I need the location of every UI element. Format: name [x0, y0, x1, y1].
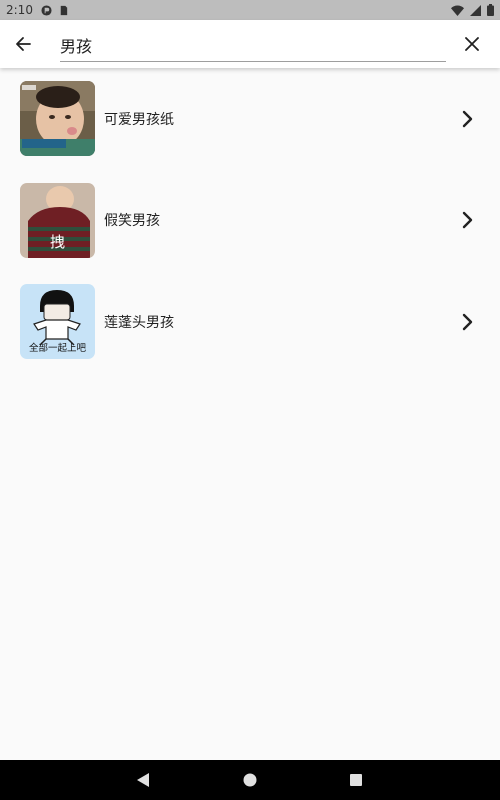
list-item[interactable]: 拽 假笑男孩: [0, 170, 500, 272]
results-list: 可爱男孩纸 拽 假笑男孩 全部一起上吧 莲蓬头男孩: [0, 68, 500, 373]
thumbnail-image: [20, 81, 95, 157]
thumbnail-caption: 拽: [50, 233, 65, 251]
navigation-bar: [0, 760, 500, 800]
item-label: 可爱男孩纸: [104, 111, 174, 128]
status-time: 2:10: [6, 3, 33, 17]
thumbnail-caption: 全部一起上吧: [29, 342, 87, 354]
back-button[interactable]: [0, 20, 46, 68]
chevron-right-icon: [462, 313, 473, 330]
close-icon: [465, 37, 479, 51]
chevron-right-icon: [462, 212, 473, 229]
list-item[interactable]: 可爱男孩纸: [0, 68, 500, 170]
arrow-back-icon: [16, 37, 31, 51]
status-bar: 2:10: [0, 0, 500, 20]
search-toolbar: [0, 20, 500, 68]
signal-icon: [470, 4, 481, 16]
thumbnail-image: 全部一起上吧: [20, 284, 95, 360]
chevron-right-icon: [462, 110, 473, 127]
sim-card-icon: [60, 5, 68, 15]
search-input[interactable]: [60, 28, 446, 62]
list-item[interactable]: 全部一起上吧 莲蓬头男孩: [0, 271, 500, 373]
recents-nav-icon[interactable]: [350, 774, 362, 786]
thumbnail-image: 拽: [20, 182, 95, 258]
clear-search-button[interactable]: [452, 20, 492, 68]
wifi-icon: [451, 5, 464, 16]
notification-icon: [41, 4, 52, 16]
home-nav-icon[interactable]: [243, 773, 257, 787]
back-nav-icon[interactable]: [137, 773, 149, 787]
battery-icon: [487, 4, 494, 16]
item-label: 假笑男孩: [104, 213, 160, 230]
item-label: 莲蓬头男孩: [104, 314, 174, 331]
